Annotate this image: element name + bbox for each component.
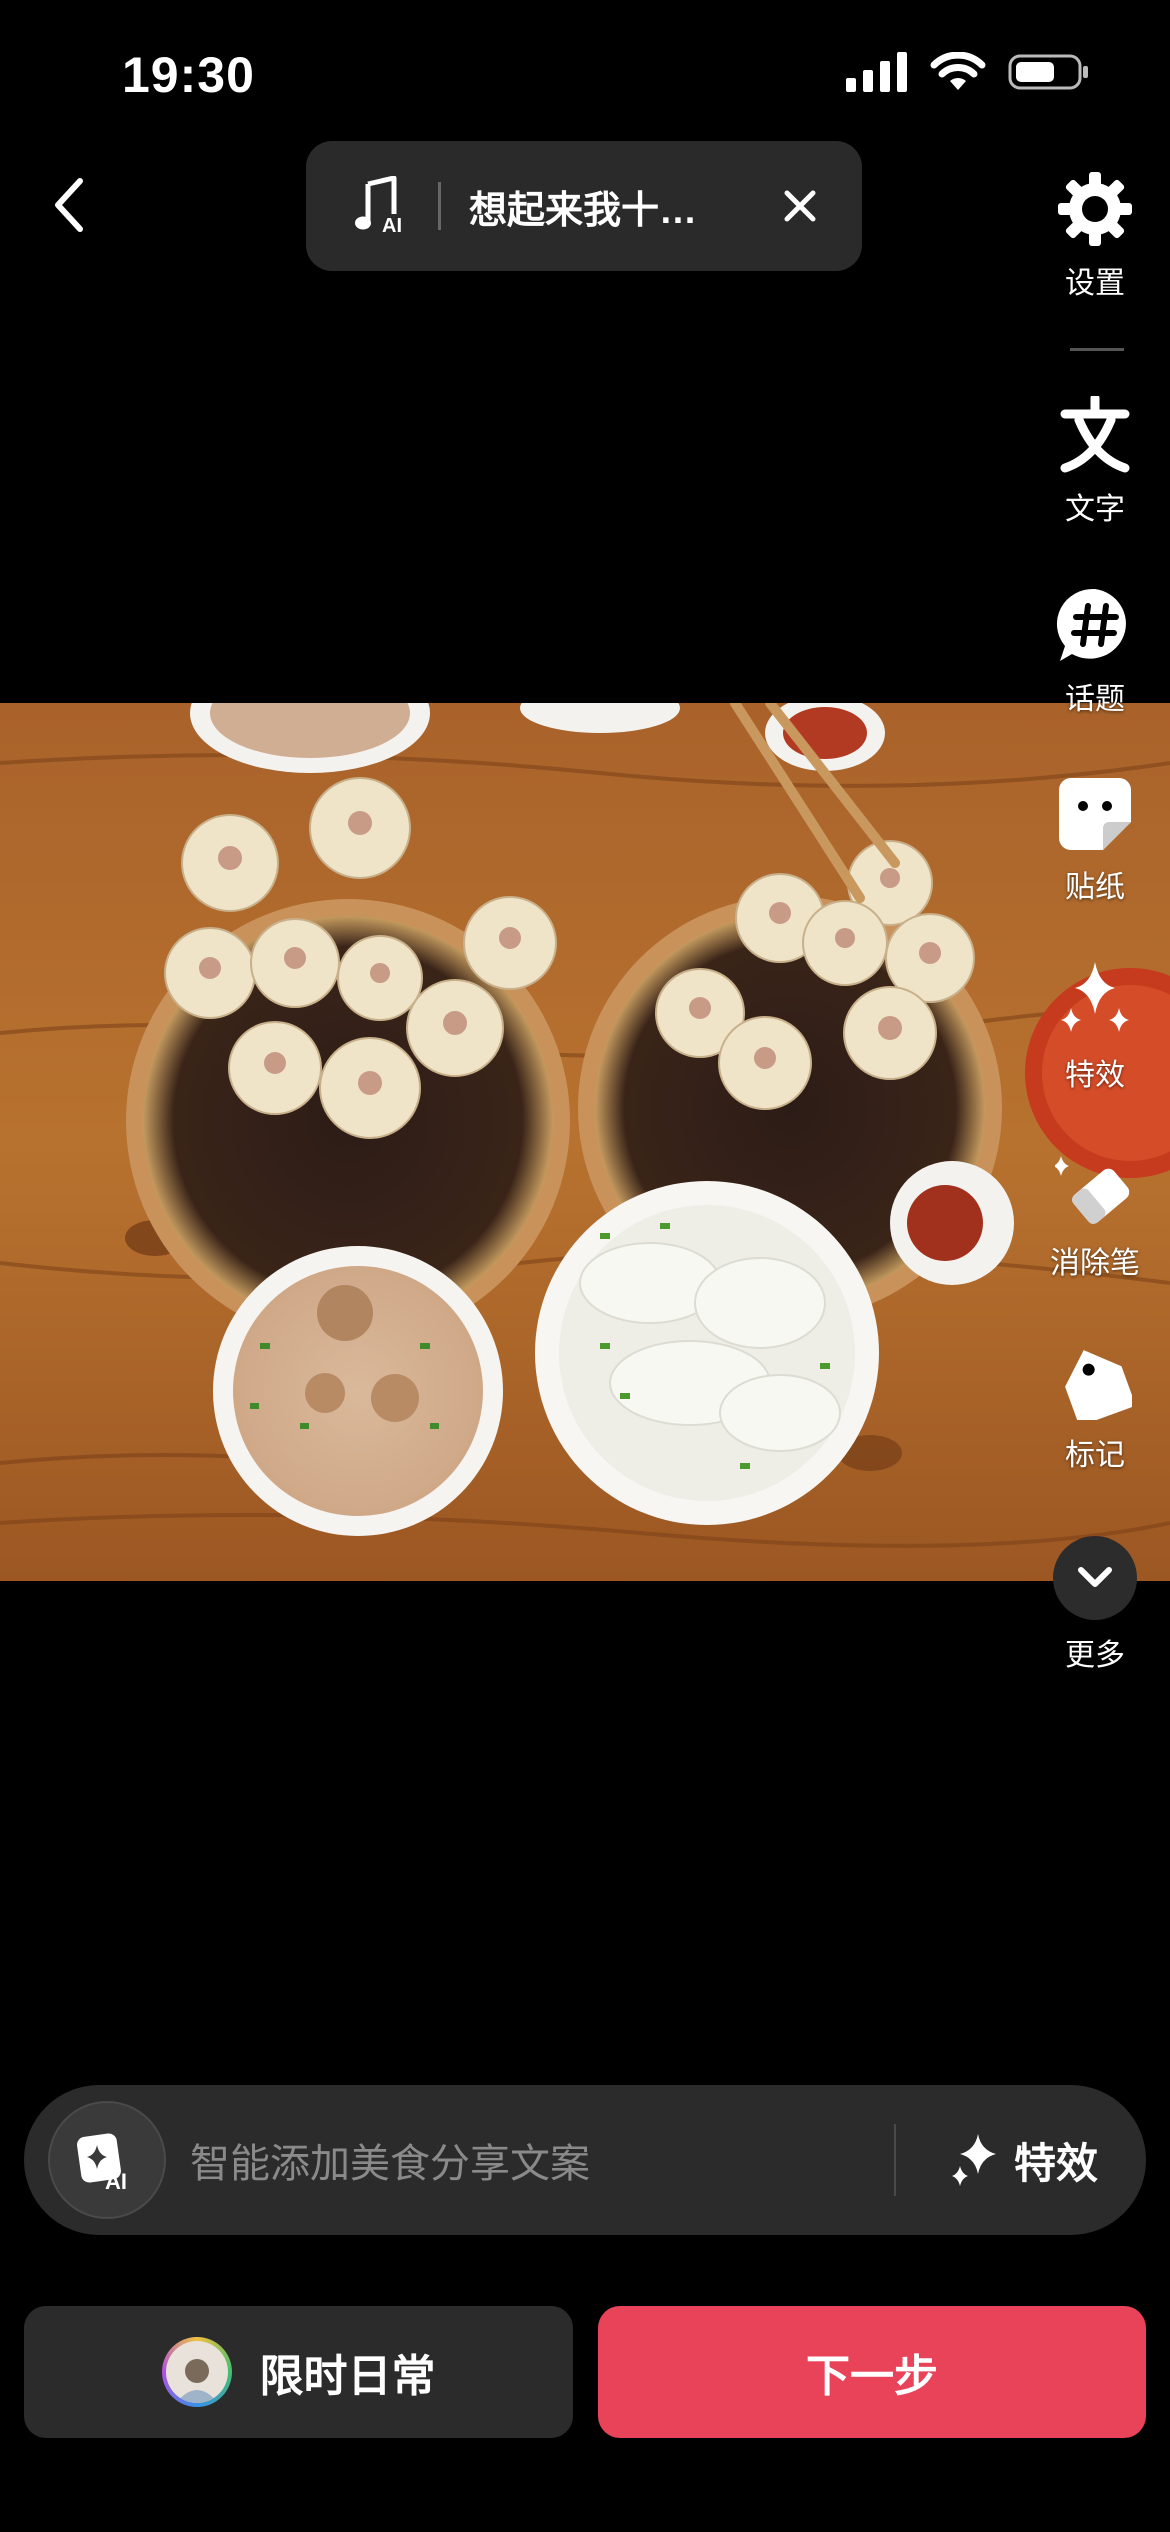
tool-eraser-label: 消除笔 bbox=[1050, 1247, 1140, 1280]
tool-effects-label: 特效 bbox=[1065, 1059, 1125, 1092]
tool-sticker-label: 贴纸 bbox=[1065, 871, 1125, 904]
tool-eraser[interactable]: 消除笔 bbox=[1020, 1152, 1170, 1282]
ai-effect-button[interactable]: 特效 bbox=[896, 2130, 1146, 2191]
daily-avatar-image bbox=[165, 2341, 228, 2403]
tag-icon bbox=[1065, 1350, 1132, 1420]
sparkle-icon bbox=[1061, 962, 1129, 1032]
tool-more[interactable]: 更多 bbox=[1020, 1536, 1170, 1674]
tool-topic-label: 话题 bbox=[1065, 683, 1125, 716]
tool-settings[interactable]: 设置 bbox=[1020, 170, 1170, 302]
cellular-signal-icon bbox=[846, 52, 907, 92]
text-icon bbox=[1060, 396, 1130, 473]
battery-icon bbox=[1008, 54, 1088, 90]
music-remove-button[interactable] bbox=[772, 178, 828, 234]
food-photo bbox=[0, 703, 1170, 1581]
daily-avatar bbox=[161, 2337, 232, 2407]
music-divider bbox=[438, 182, 441, 230]
tool-more-label: 更多 bbox=[1065, 1639, 1125, 1672]
ai-sparkle-icon: AI bbox=[77, 2133, 127, 2191]
tool-settings-label: 设置 bbox=[1065, 267, 1125, 300]
next-step-label: 下一步 bbox=[806, 2352, 938, 2401]
sparkle-icon bbox=[951, 2134, 996, 2186]
svg-text:AI: AI bbox=[382, 215, 402, 236]
hashtag-icon bbox=[1056, 588, 1126, 661]
person-avatar-icon bbox=[175, 2359, 218, 2403]
status-bar: 19:30 bbox=[0, 0, 1170, 150]
status-icons bbox=[846, 52, 1090, 92]
next-step-button[interactable]: 下一步 bbox=[598, 2306, 1146, 2438]
music-selector[interactable]: AI 想起来我十… bbox=[306, 141, 862, 271]
more-circle bbox=[1053, 1536, 1137, 1620]
chevron-left-icon bbox=[55, 178, 83, 232]
ai-assistant-avatar[interactable]: AI bbox=[48, 2101, 166, 2219]
tool-tag-label: 标记 bbox=[1065, 1439, 1125, 1472]
tool-tag[interactable]: 标记 bbox=[1020, 1344, 1170, 1474]
limited-daily-label: 限时日常 bbox=[259, 2352, 436, 2401]
wifi-icon bbox=[930, 52, 986, 90]
status-time: 19:30 bbox=[122, 47, 255, 103]
food-photo-image bbox=[0, 703, 1170, 1581]
back-button[interactable] bbox=[40, 165, 100, 245]
ai-effect-label: 特效 bbox=[1013, 2139, 1098, 2187]
eraser-icon bbox=[1055, 1156, 1130, 1225]
music-title: 想起来我十… bbox=[469, 189, 698, 232]
ai-caption-placeholder[interactable]: 智能添加美食分享文案 bbox=[190, 2131, 894, 2189]
tool-sticker[interactable]: 贴纸 bbox=[1020, 776, 1170, 906]
tool-topic[interactable]: 话题 bbox=[1020, 586, 1170, 718]
close-icon bbox=[784, 190, 816, 222]
ai-caption-bar[interactable]: AI 智能添加美食分享文案 特效 bbox=[24, 2085, 1146, 2235]
tools-divider bbox=[1070, 348, 1124, 351]
tool-text[interactable]: 文字 bbox=[1020, 396, 1170, 528]
limited-daily-button[interactable]: 限时日常 bbox=[24, 2306, 573, 2438]
ai-music-icon: AI bbox=[355, 176, 402, 236]
sticker-icon bbox=[1059, 778, 1131, 850]
tool-effects[interactable]: 特效 bbox=[1020, 960, 1170, 1094]
svg-text:AI: AI bbox=[105, 2169, 127, 2191]
chevron-down-icon bbox=[1078, 1567, 1112, 1587]
gear-icon bbox=[1058, 172, 1132, 246]
tool-text-label: 文字 bbox=[1065, 493, 1125, 526]
